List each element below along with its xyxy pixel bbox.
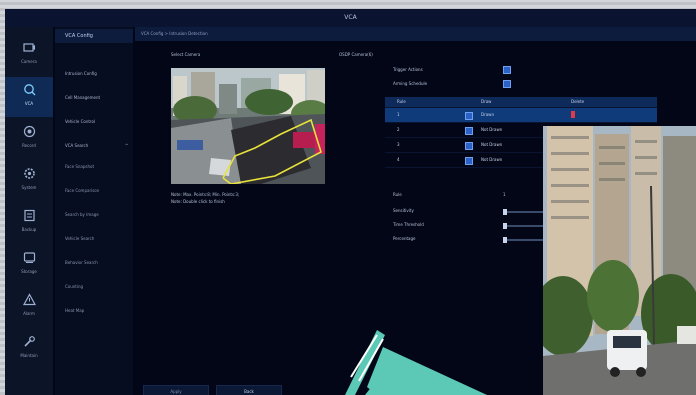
menu-item[interactable]: Vehicle Search: [65, 236, 94, 241]
sidebar-label: Maintain: [20, 353, 38, 358]
breadcrumb: VCA Config > Intrusion Detection: [135, 27, 696, 41]
sidebar-system[interactable]: System: [5, 161, 53, 201]
menu-item[interactable]: Heat Map: [65, 308, 84, 313]
rule-number: 4: [397, 157, 400, 162]
menu-item[interactable]: Cell Management: [65, 95, 100, 100]
slider-knob[interactable]: [503, 209, 507, 215]
street-photo-inset: [543, 126, 696, 395]
sidebar-label: VCA: [24, 101, 34, 106]
menu-item[interactable]: Search by Image: [65, 212, 99, 217]
table-row[interactable]: 1 Drawn: [385, 108, 657, 123]
col-rule: Rule: [397, 99, 406, 104]
record-icon: [23, 125, 36, 138]
arming-schedule-edit-icon[interactable]: [503, 80, 511, 88]
camera-preview[interactable]: [171, 68, 325, 184]
draw-icon[interactable]: [465, 142, 473, 150]
draw-icon[interactable]: [465, 157, 473, 165]
vca-menu: VCA Config Intrusion Config Cell Managem…: [55, 27, 133, 395]
vca-icon: [24, 84, 36, 96]
camera-icon: [23, 43, 35, 52]
menu-item[interactable]: Vehicle Control: [65, 119, 95, 124]
maintain-icon: [24, 336, 35, 347]
sidebar-record[interactable]: Record: [5, 119, 53, 159]
sensitivity-label: Sensitivity: [393, 208, 414, 213]
expand-icon[interactable]: ^: [125, 143, 128, 148]
rule-number: 1: [397, 112, 400, 117]
backup-icon: [24, 209, 35, 222]
rule-number: 2: [397, 127, 400, 132]
system-icon: [24, 168, 35, 179]
note-points: Note: Max. Points:8; Min. Points:3;: [171, 192, 240, 197]
menu-item[interactable]: Counting: [65, 284, 83, 289]
rule-label: Rule: [393, 192, 402, 197]
sidebar-label: Camera: [21, 59, 37, 64]
draw-status: Not Drawn: [481, 142, 503, 147]
trigger-actions-edit-icon[interactable]: [503, 66, 511, 74]
rule-value[interactable]: 1: [503, 192, 506, 197]
window-title: VCA: [5, 9, 696, 27]
sidebar-label: Storage: [21, 269, 37, 274]
draw-status: Not Drawn: [481, 127, 503, 132]
icon-sidebar: Camera VCA Record System Backup Storage …: [5, 27, 53, 395]
slider-knob[interactable]: [503, 223, 507, 229]
decorative-arrow-overlay: [345, 330, 487, 395]
col-delete: Delete: [571, 99, 585, 104]
sidebar-alarm[interactable]: Alarm: [5, 287, 53, 327]
menu-header[interactable]: VCA Config: [55, 29, 133, 43]
col-draw: Draw: [481, 99, 492, 104]
preview-scene: [171, 68, 325, 184]
table-header: Rule Draw Delete: [385, 97, 657, 108]
menu-item[interactable]: VCA Search: [65, 143, 88, 148]
sidebar-label: Alarm: [23, 311, 35, 316]
sidebar-label: Record: [22, 143, 36, 148]
alarm-icon: [23, 293, 36, 306]
draw-status: Not Drawn: [481, 157, 503, 162]
apply-button[interactable]: Apply: [143, 385, 209, 395]
menu-item[interactable]: Behavior Search: [65, 260, 98, 265]
sidebar-backup[interactable]: Backup: [5, 203, 53, 243]
menu-item[interactable]: Face Comparison: [65, 188, 99, 193]
trigger-actions-label: Trigger Actions: [393, 67, 423, 72]
note-finish: Note: Double click to finish: [171, 199, 225, 204]
percentage-label: Percentage: [393, 236, 416, 241]
arming-schedule-label: Arming Schedule: [393, 81, 428, 86]
street-photo: [543, 126, 696, 395]
draw-icon[interactable]: [465, 112, 473, 120]
slider-knob[interactable]: [503, 237, 507, 243]
storage-icon: [23, 252, 36, 263]
menu-item[interactable]: Intrusion Config: [65, 71, 97, 76]
draw-icon[interactable]: [465, 127, 473, 135]
sidebar-label: System: [21, 185, 37, 190]
back-button[interactable]: Back: [216, 385, 282, 395]
sidebar-maintain[interactable]: Maintain: [5, 329, 53, 369]
osd-label: OSDP Camera(6): [339, 52, 373, 57]
menu-item[interactable]: Face Snapshot: [65, 164, 94, 169]
sidebar-storage[interactable]: Storage: [5, 245, 53, 285]
select-camera-label: Select Camera: [171, 52, 201, 57]
delete-icon[interactable]: [571, 111, 575, 118]
sidebar-vca[interactable]: VCA: [5, 77, 53, 117]
draw-status: Drawn: [481, 112, 494, 117]
time-threshold-label: Time Threshold: [393, 222, 424, 227]
sidebar-label: Backup: [21, 227, 37, 232]
rule-number: 3: [397, 142, 400, 147]
sidebar-camera[interactable]: Camera: [5, 35, 53, 75]
